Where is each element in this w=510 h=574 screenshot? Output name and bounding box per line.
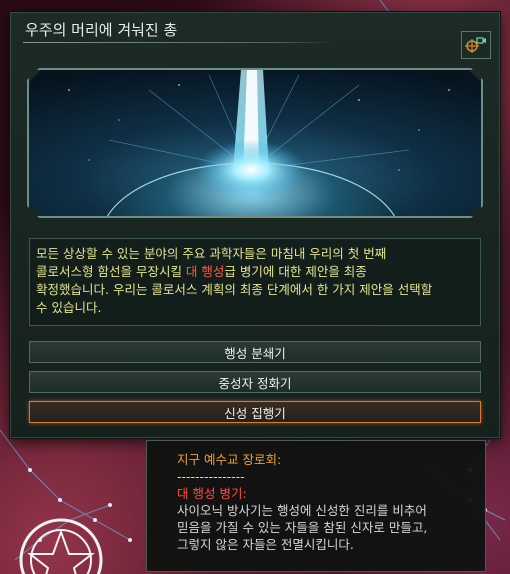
tooltip-separator: --------------- <box>177 469 245 484</box>
tooltip-author: 지구 예수교 장로회: <box>177 452 282 467</box>
option-divine-enforcer-button[interactable]: 신성 집행기 <box>29 401 481 423</box>
option-neutron-sweep-button[interactable]: 중성자 정화기 <box>29 371 481 393</box>
option-planet-cracker-button[interactable]: 행성 분쇄기 <box>29 341 481 363</box>
description-line: 수 있습니다. <box>36 300 102 315</box>
description-line: 콜로서스형 함선을 무장시킬 <box>36 264 186 279</box>
event-title: 우주의 머리에 겨눠진 총 <box>25 21 178 39</box>
event-banner-image <box>29 70 481 216</box>
event-dialog: 우주의 머리에 겨눠진 총 모든 상상할 수 있는 분야의 주요 과학자들은 마… <box>10 12 500 438</box>
tooltip-body-line: 그렇지 않은 자들은 전멸시킵니다. <box>177 537 354 552</box>
event-description: 모든 상상할 수 있는 분야의 주요 과학자들은 마침내 우리의 첫 번째 콜로… <box>36 245 474 317</box>
description-highlight: 대 행성 <box>185 264 225 279</box>
tooltip-weapon-title: 대 행성 병기: <box>177 486 247 501</box>
description-line: 급 병기에 대한 제안을 최종 <box>224 264 367 279</box>
event-description-box: 모든 상상할 수 있는 분야의 주요 과학자들은 마침내 우리의 첫 번째 콜로… <box>29 238 481 326</box>
tooltip-body-line: 사이오닉 방사기는 행성에 신성한 진리를 비추어 <box>177 503 427 518</box>
title-underline <box>23 42 335 43</box>
empire-emblem-icon <box>19 518 103 574</box>
description-line: 모든 상상할 수 있는 분야의 주요 과학자들은 마침내 우리의 첫 번째 <box>36 246 387 261</box>
option-tooltip: 지구 예수교 장로회: --------------- 대 행성 병기: 사이오… <box>146 440 486 572</box>
tooltip-body-line: 믿음을 가질 수 있는 자들을 참된 신자로 만들고, <box>177 520 428 535</box>
camera-locate-icon <box>465 37 486 53</box>
description-line: 확정했습니다. 우리는 콜로서스 계획의 최종 단계에서 한 가지 제안을 선택… <box>36 282 433 297</box>
focus-camera-button[interactable] <box>461 31 491 59</box>
